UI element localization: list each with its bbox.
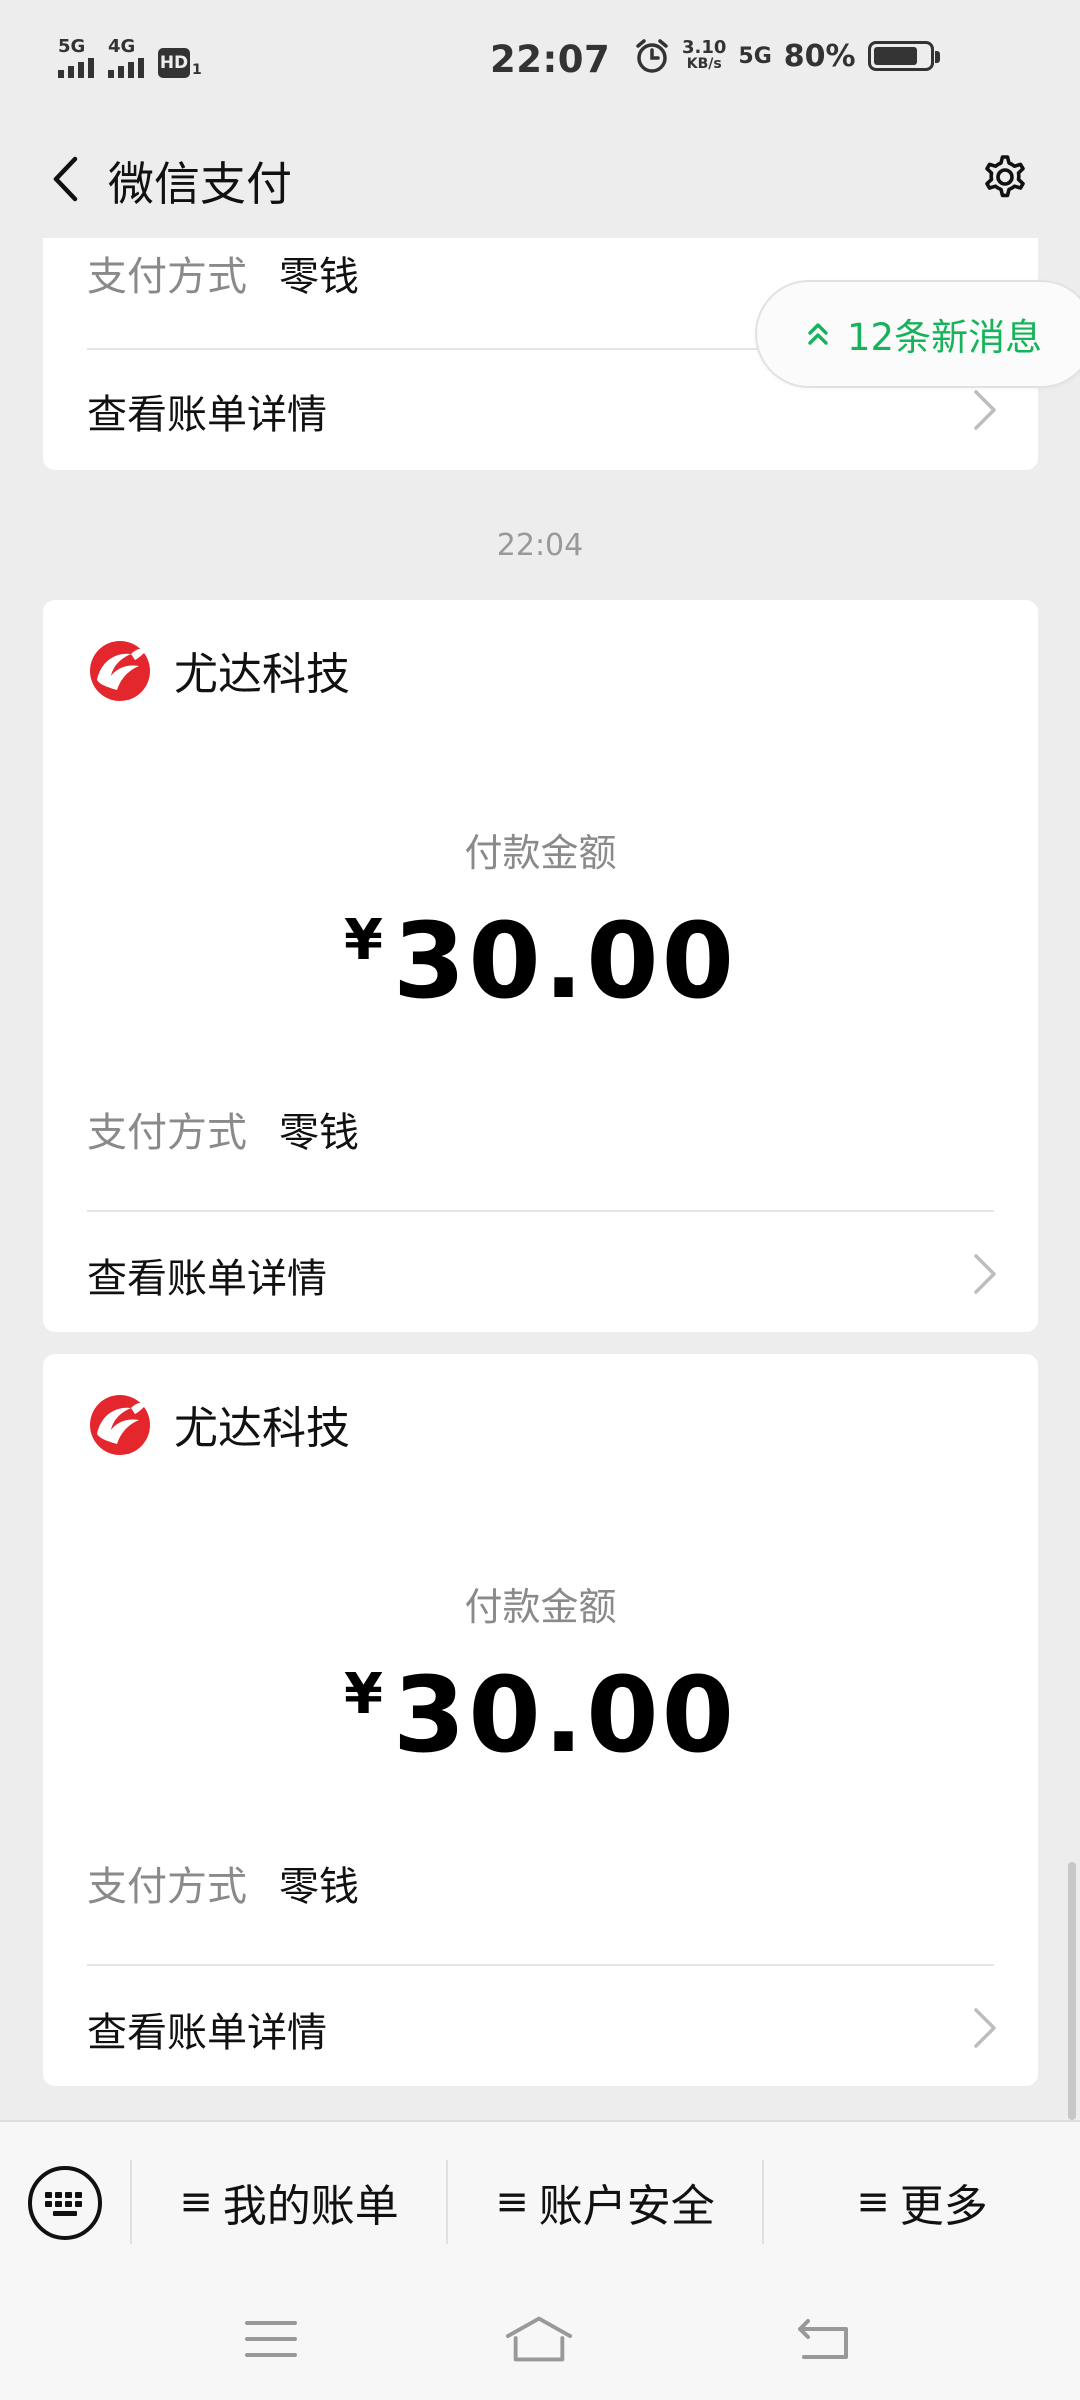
system-nav-bar bbox=[0, 2280, 1080, 2400]
payment-method-label: 支付方式 bbox=[87, 1110, 247, 1156]
payment-amount: ¥30.00 bbox=[43, 1654, 1038, 1776]
keyboard-toggle-button[interactable] bbox=[26, 2164, 104, 2242]
home-icon bbox=[505, 2316, 573, 2362]
amount-label: 付款金额 bbox=[464, 831, 617, 875]
recent-apps-button[interactable] bbox=[236, 2304, 306, 2374]
alarm-icon bbox=[636, 39, 668, 73]
payment-method-label: 支付方式 bbox=[87, 254, 247, 300]
payment-method-value: 零钱 bbox=[279, 1864, 359, 1910]
message-timestamp: 22:04 bbox=[496, 528, 584, 563]
payment-amount: ¥30.00 bbox=[43, 900, 1038, 1022]
new-messages-label: 12条新消息 bbox=[847, 316, 1043, 359]
amount-label: 付款金额 bbox=[464, 1585, 617, 1629]
speed-unit: KB/s bbox=[686, 56, 722, 72]
status-right: 3.10 KB/s 5G 80% bbox=[634, 37, 940, 74]
new-messages-button[interactable]: 12条新消息 bbox=[755, 280, 1080, 388]
view-bill-details-label: 查看账单详情 bbox=[87, 2010, 327, 2056]
hd-sub: 1 bbox=[192, 62, 202, 78]
menu-label: 我的账单 bbox=[222, 2181, 399, 2232]
menu-icon: ≡ bbox=[856, 2179, 890, 2225]
hd-voice-icon: HD 1 bbox=[158, 48, 202, 78]
payment-method-value: 零钱 bbox=[279, 254, 359, 300]
currency-symbol: ¥ bbox=[344, 908, 383, 973]
sim2-signal: 4G bbox=[108, 38, 144, 78]
message-list[interactable]: 支付方式 零钱 查看账单详情 22:04 尤达科技 付款金额 ¥30.00 支付… bbox=[0, 238, 1080, 2120]
amount-value: 30.00 bbox=[393, 900, 737, 1022]
merchant-logo-icon bbox=[90, 641, 150, 701]
chevron-right-icon bbox=[974, 1254, 996, 1294]
chevron-left-icon bbox=[53, 156, 78, 202]
status-time: 22:07 bbox=[490, 38, 611, 81]
network-type: 5G bbox=[738, 43, 772, 69]
view-bill-details-label: 查看账单详情 bbox=[87, 392, 327, 438]
battery-fill bbox=[873, 47, 917, 65]
back-arrow-icon bbox=[798, 2319, 848, 2359]
payment-card: 尤达科技 付款金额 ¥30.00 支付方式 零钱 查看账单详情 bbox=[43, 1354, 1038, 2086]
signal-bars-icon bbox=[58, 58, 94, 78]
menu-label: 更多 bbox=[899, 2181, 988, 2232]
gear-icon bbox=[985, 155, 1025, 198]
bottom-menu: ≡ 我的账单 ≡ 账户安全 ≡ 更多 bbox=[0, 2120, 1080, 2280]
currency-symbol: ¥ bbox=[344, 1662, 383, 1727]
keyboard-icon bbox=[28, 2166, 102, 2240]
page-title: 微信支付 bbox=[108, 157, 292, 211]
back-button[interactable] bbox=[30, 144, 100, 214]
network-speed: 3.10 KB/s bbox=[682, 37, 727, 73]
menu-my-bills[interactable]: ≡ 我的账单 bbox=[132, 2122, 446, 2282]
view-bill-details-row[interactable]: 查看账单详情 bbox=[43, 1966, 1038, 2086]
menu-account-security[interactable]: ≡ 账户安全 bbox=[448, 2122, 762, 2282]
payment-card: 尤达科技 付款金额 ¥30.00 支付方式 零钱 查看账单详情 bbox=[43, 600, 1038, 1332]
sim2-network-label: 4G bbox=[108, 36, 136, 57]
menu-label: 账户安全 bbox=[538, 2181, 715, 2232]
status-bar: 5G 4G HD 1 22:07 3.10 KB/s 5G 80% bbox=[0, 0, 1080, 120]
sim1-network-label: 5G bbox=[58, 36, 86, 57]
chevron-right-icon bbox=[974, 390, 996, 430]
menu-icon: ≡ bbox=[179, 2179, 213, 2225]
home-button[interactable] bbox=[504, 2304, 574, 2374]
signal-group: 5G 4G HD 1 bbox=[58, 38, 202, 78]
double-chevron-up-icon bbox=[808, 323, 828, 345]
battery-percent: 80% bbox=[783, 38, 856, 74]
payment-method-label: 支付方式 bbox=[87, 1864, 247, 1910]
merchant-name: 尤达科技 bbox=[174, 649, 350, 700]
menu-icon: ≡ bbox=[495, 2179, 529, 2225]
hd-label: HD bbox=[158, 48, 190, 78]
amount-value: 30.00 bbox=[393, 1654, 737, 1776]
back-nav-button[interactable] bbox=[788, 2304, 858, 2374]
merchant-name: 尤达科技 bbox=[174, 1403, 350, 1454]
merchant-logo-icon bbox=[90, 1395, 150, 1455]
menu-lines-icon bbox=[245, 2321, 297, 2357]
chevron-right-icon bbox=[974, 2008, 996, 2048]
sim1-signal: 5G bbox=[58, 38, 94, 78]
battery-icon bbox=[867, 41, 940, 71]
payment-method-value: 零钱 bbox=[279, 1110, 359, 1156]
signal-bars-icon bbox=[108, 58, 144, 78]
settings-button[interactable] bbox=[970, 142, 1040, 212]
app-header: 微信支付 bbox=[0, 120, 1080, 238]
view-bill-details-label: 查看账单详情 bbox=[87, 1256, 327, 1302]
speed-value: 3.10 bbox=[682, 37, 727, 58]
scrollbar[interactable] bbox=[1068, 1862, 1076, 2120]
menu-more[interactable]: ≡ 更多 bbox=[764, 2122, 1080, 2282]
view-bill-details-row[interactable]: 查看账单详情 bbox=[43, 1212, 1038, 1332]
